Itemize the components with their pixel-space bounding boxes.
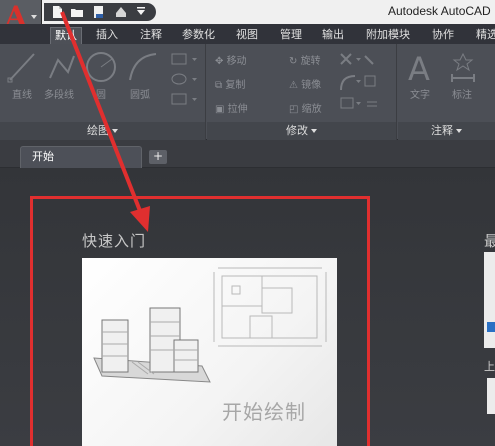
svg-text:A: A — [408, 50, 430, 84]
dimension-icon[interactable] — [448, 50, 478, 84]
recent-section-label: 上 — [484, 360, 495, 373]
tab-manage[interactable]: 管理 — [276, 27, 306, 44]
tab-insert[interactable]: 插入 — [92, 27, 122, 44]
annotation-panel: A 文字 标注 注释 — [398, 44, 495, 140]
polyline-tool-label: 多段线 — [44, 90, 74, 101]
copy-tool[interactable]: ⧉ 复制 — [215, 76, 245, 91]
stretch-tool[interactable]: ▣ 拉伸 — [215, 100, 248, 115]
tab-featured[interactable]: 精选 — [472, 27, 495, 44]
tab-addins[interactable]: 附加模块 — [362, 27, 414, 44]
window-title: Autodesk AutoCAD — [388, 4, 491, 18]
document-tab-start[interactable]: 开始 — [20, 146, 142, 168]
rotate-tool[interactable]: ↻ 旋转 — [289, 52, 321, 67]
line-icon[interactable] — [6, 50, 38, 84]
ribbon-tab-bar: 默认 插入 注释 参数化 视图 管理 输出 附加模块 协作 精选 — [0, 24, 495, 44]
text-tool-label: 文字 — [410, 90, 430, 101]
chevron-down-icon — [456, 129, 462, 133]
annotation-highlight-box — [30, 196, 370, 446]
tab-home[interactable]: 默认 — [50, 27, 82, 44]
dimension-tool-label: 标注 — [452, 90, 472, 101]
tab-view[interactable]: 视图 — [232, 27, 262, 44]
draw-panel: 直线 多段线 圆 圆弧 绘图 — [0, 44, 206, 140]
mirror-tool[interactable]: ⚠ 镜像 — [289, 76, 321, 91]
copy-tool-label: 复制 — [225, 80, 246, 91]
arc-icon[interactable] — [126, 50, 160, 84]
annotation-panel-title[interactable]: 注释 — [398, 122, 495, 140]
tab-parametric[interactable]: 参数化 — [178, 27, 219, 44]
rotate-tool-label: 旋转 — [300, 56, 321, 67]
modify-panel-title[interactable]: 修改 — [207, 122, 396, 140]
title-bar: Autodesk AutoCAD — [0, 0, 495, 24]
print-icon[interactable] — [114, 5, 128, 19]
chevron-down-icon — [112, 129, 118, 133]
save-icon[interactable] — [92, 5, 106, 19]
arc-tool-label: 圆弧 — [130, 90, 150, 101]
line-tool-label: 直线 — [12, 90, 32, 101]
ribbon: 直线 多段线 圆 圆弧 绘图 ✥ 移动 ↻ 旋转 ⧉ 复制 ⚠ 镜像 ▣ 拉伸 … — [0, 44, 495, 140]
chevron-down-icon — [31, 15, 37, 19]
tab-collaborate[interactable]: 协作 — [428, 27, 458, 44]
mirror-tool-label: 镜像 — [301, 80, 322, 91]
scale-tool-label: 缩放 — [301, 104, 322, 115]
document-tab-strip: 开始 + — [0, 140, 495, 168]
modify-panel-title-text: 修改 — [286, 124, 308, 137]
text-icon[interactable]: A — [406, 50, 436, 84]
draw-panel-title[interactable]: 绘图 — [0, 122, 205, 140]
quick-access-toolbar — [44, 3, 156, 21]
modify-small-tools-icon[interactable] — [337, 50, 393, 114]
recent-document-thumbnail-2[interactable] — [487, 378, 495, 414]
annotation-panel-title-text: 注释 — [431, 124, 453, 137]
circle-icon[interactable] — [84, 50, 118, 84]
dropdown-caret-icon[interactable] — [134, 5, 148, 19]
recent-heading: 最 — [484, 232, 495, 250]
polyline-icon[interactable] — [46, 50, 78, 84]
recent-document-thumbnail[interactable] — [484, 252, 495, 348]
new-file-icon[interactable] — [50, 5, 64, 19]
modify-panel: ✥ 移动 ↻ 旋转 ⧉ 复制 ⚠ 镜像 ▣ 拉伸 ◰ 缩放 修改 — [207, 44, 397, 140]
draw-small-tools-icon[interactable] — [170, 52, 200, 110]
circle-tool-label: 圆 — [96, 90, 106, 101]
move-tool-label: 移动 — [226, 56, 247, 67]
stretch-tool-label: 拉伸 — [227, 104, 248, 115]
recent-document-badge — [487, 322, 495, 332]
tab-annotate[interactable]: 注释 — [136, 27, 166, 44]
draw-panel-title-text: 绘图 — [87, 124, 109, 137]
tab-output[interactable]: 输出 — [318, 27, 348, 44]
chevron-down-icon — [311, 129, 317, 133]
move-tool[interactable]: ✥ 移动 — [215, 52, 247, 67]
open-folder-icon[interactable] — [70, 5, 84, 19]
start-page: 快速入门 最 开始绘制 上 — [0, 168, 495, 446]
new-tab-button[interactable]: + — [149, 150, 167, 164]
scale-tool[interactable]: ◰ 缩放 — [289, 100, 322, 115]
